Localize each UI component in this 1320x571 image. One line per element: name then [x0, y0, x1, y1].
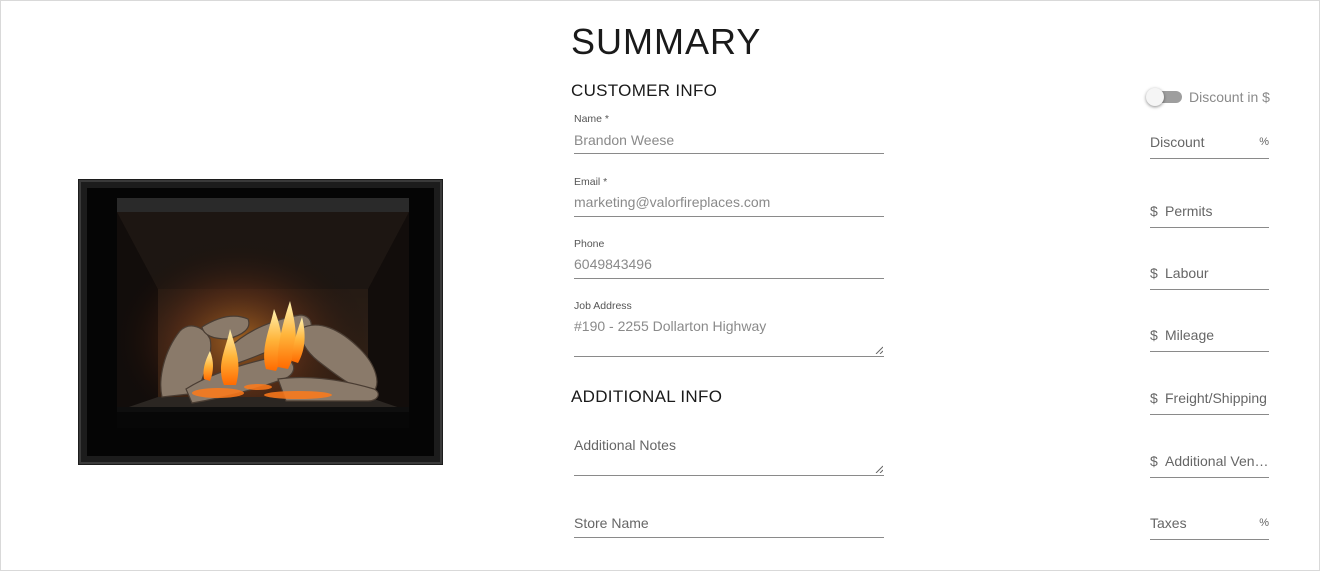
discount-toggle-label: Discount in $ [1189, 89, 1270, 105]
store-name-placeholder: Store Name [574, 515, 649, 531]
phone-field[interactable]: Phone 6049843496 [574, 238, 884, 279]
dollar-prefix: $ [1150, 453, 1158, 469]
email-label: Email * [574, 176, 608, 188]
additional-notes-placeholder: Additional Notes [574, 437, 676, 453]
job-address-label: Job Address [574, 300, 632, 312]
fireplace-product-image [78, 179, 443, 465]
dollar-prefix: $ [1150, 265, 1158, 281]
email-field[interactable]: Email * marketing@valorfireplaces.com [574, 176, 884, 217]
labour-field[interactable]: $ Labour [1150, 260, 1269, 290]
additional-info-heading: ADDITIONAL INFO [571, 387, 723, 406]
percent-suffix: % [1259, 517, 1269, 529]
mileage-label: Mileage [1165, 327, 1215, 343]
discount-in-dollars-toggle[interactable] [1146, 88, 1182, 106]
customer-info-heading: CUSTOMER INFO [571, 81, 718, 100]
taxes-label: Taxes [1150, 515, 1187, 531]
labour-label: Labour [1165, 265, 1209, 281]
additional-venting-label: Additional Venting [1165, 453, 1269, 469]
name-value[interactable]: Brandon Weese [574, 131, 674, 149]
dollar-prefix: $ [1150, 203, 1158, 219]
mileage-field[interactable]: $ Mileage [1150, 322, 1269, 352]
freight-shipping-field[interactable]: $ Freight/Shipping [1150, 385, 1269, 415]
name-label: Name * [574, 113, 610, 125]
taxes-field[interactable]: Taxes % [1150, 510, 1269, 540]
job-address-value[interactable]: #190 - 2255 Dollarton Highway [574, 317, 766, 335]
additional-venting-field[interactable]: $ Additional Venting [1150, 448, 1269, 478]
job-address-textarea[interactable]: Job Address #190 - 2255 Dollarton Highwa… [574, 300, 884, 357]
name-field[interactable]: Name * Brandon Weese [574, 113, 884, 154]
toggle-thumb [1146, 88, 1164, 106]
freight-shipping-label: Freight/Shipping [1165, 390, 1267, 406]
store-name-field[interactable]: Store Name [574, 510, 884, 538]
page-title: SUMMARY [571, 21, 762, 62]
discount-field[interactable]: Discount % [1150, 129, 1269, 159]
permits-label: Permits [1165, 203, 1213, 219]
dollar-prefix: $ [1150, 390, 1158, 406]
phone-label: Phone [574, 238, 605, 250]
resize-handle-icon[interactable] [875, 465, 883, 473]
additional-notes-textarea[interactable]: Additional Notes [574, 433, 884, 476]
phone-value[interactable]: 6049843496 [574, 255, 652, 273]
percent-suffix: % [1259, 136, 1269, 148]
email-value[interactable]: marketing@valorfireplaces.com [574, 193, 770, 211]
discount-label: Discount [1150, 134, 1205, 150]
permits-field[interactable]: $ Permits [1150, 198, 1269, 228]
resize-handle-icon[interactable] [875, 346, 883, 354]
dollar-prefix: $ [1150, 327, 1158, 343]
